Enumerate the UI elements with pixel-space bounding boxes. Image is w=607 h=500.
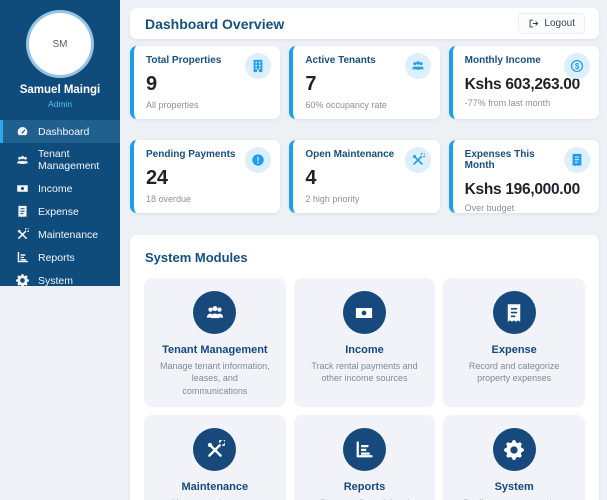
avatar-initials: SM	[52, 38, 68, 50]
module-title: System	[494, 481, 534, 494]
module-reports[interactable]: Reports Generate financial and operation…	[293, 415, 436, 500]
receipt-icon	[563, 147, 590, 173]
module-income[interactable]: Income Track rental payments and other i…	[293, 278, 436, 408]
modules-heading: System Modules	[145, 250, 248, 265]
stat-card-open-maintenance: Open Maintenance 4 2 high priority	[289, 140, 440, 213]
cash-icon	[16, 182, 29, 195]
gear-icon	[492, 428, 536, 472]
receipt-icon	[16, 205, 29, 218]
stat-subtitle: All properties	[146, 100, 199, 110]
sidebar-item-label: System	[38, 274, 74, 287]
stat-card-total-properties: Total Properties 9 All properties	[130, 46, 281, 119]
people-icon	[16, 154, 29, 167]
stat-value: Kshs 196,000.00	[464, 181, 581, 198]
speedometer-icon	[16, 125, 29, 138]
sidebar-item-reports[interactable]: Reports	[0, 246, 120, 269]
bar-chart-icon	[16, 251, 29, 264]
module-tenant-management[interactable]: Tenant Management Manage tenant informat…	[144, 278, 286, 408]
sidebar-item-expense[interactable]: Expense	[0, 200, 120, 223]
receipt-icon	[492, 291, 536, 334]
sidebar-item-label: Dashboard	[38, 125, 90, 138]
tools-icon	[193, 428, 237, 472]
sidebar-item-system[interactable]: System	[0, 269, 120, 292]
gear-icon	[16, 274, 29, 287]
sidebar-item-label: Reports	[38, 251, 75, 264]
stat-subtitle: 2 high priority	[305, 194, 360, 204]
stats-grid: Total Properties 9 All properties Active…	[130, 46, 599, 213]
sidebar-item-income[interactable]: Income	[0, 177, 120, 200]
stat-card-active-tenants: Active Tenants 7 60% occupancy rate	[289, 46, 440, 119]
sidebar: SM Samuel Maingi Admin Dashboard Tenant …	[0, 0, 120, 286]
sidebar-item-tenant-management[interactable]: Tenant Management	[0, 143, 120, 177]
module-title: Tenant Management	[162, 344, 268, 356]
box-arrow-right-icon	[528, 18, 539, 29]
stat-card-monthly-income: Monthly Income Kshs 603,263.00 -77% from…	[448, 46, 599, 119]
module-expense[interactable]: Expense Record and categorize property e…	[443, 278, 585, 408]
logout-button[interactable]: Logout	[518, 13, 585, 34]
module-maintenance[interactable]: Maintenance Manage maintenance requests …	[144, 415, 286, 500]
stat-card-pending-payments: Pending Payments 24 18 overdue	[130, 140, 281, 213]
module-title: Expense	[491, 344, 537, 356]
people-icon	[193, 291, 237, 334]
stat-subtitle: 60% occupancy rate	[305, 100, 387, 110]
sidebar-nav: Dashboard Tenant Management Income Expen…	[0, 120, 120, 292]
sidebar-item-label: Maintenance	[38, 228, 99, 241]
bar-chart-icon	[342, 428, 386, 472]
system-modules-panel: System Modules Tenant Management Manage …	[130, 235, 599, 500]
module-system[interactable]: System Configure system settings and use…	[443, 415, 585, 500]
cash-icon	[342, 291, 386, 334]
page-title: Dashboard Overview	[145, 15, 285, 32]
stat-subtitle: -77% from last month	[464, 98, 551, 108]
user-role: Admin	[47, 99, 73, 109]
sidebar-item-label: Expense	[38, 205, 79, 218]
module-title: Reports	[343, 481, 386, 494]
module-title: Maintenance	[181, 481, 249, 494]
people-icon	[404, 53, 431, 79]
sidebar-item-maintenance[interactable]: Maintenance	[0, 223, 120, 246]
page-header: Dashboard Overview Logout	[130, 8, 599, 39]
stat-value: Kshs 603,263.00	[464, 76, 581, 93]
module-description: Track rental payments and other income s…	[311, 361, 418, 384]
module-description: Manage tenant information, leases, and c…	[160, 361, 270, 396]
avatar: SM	[29, 13, 91, 75]
modules-grid: Tenant Management Manage tenant informat…	[144, 278, 585, 500]
logout-label: Logout	[544, 18, 575, 29]
tools-icon	[16, 228, 29, 241]
stat-subtitle: Over budget	[464, 203, 515, 213]
stat-subtitle: 18 overdue	[146, 194, 192, 204]
main-content: Dashboard Overview Logout Total Properti…	[130, 8, 599, 500]
module-description: Record and categorize property expenses	[468, 361, 560, 384]
sidebar-item-label: Tenant Management	[38, 148, 100, 172]
tools-icon	[404, 147, 431, 173]
user-name: Samuel Maingi	[19, 84, 101, 96]
module-title: Income	[345, 344, 384, 356]
dollar-icon	[563, 53, 590, 79]
stat-card-expenses-this-month: Expenses This Month Kshs 196,000.00 Over…	[448, 140, 599, 213]
sidebar-item-label: Income	[38, 182, 73, 195]
sidebar-item-dashboard[interactable]: Dashboard	[0, 120, 120, 143]
